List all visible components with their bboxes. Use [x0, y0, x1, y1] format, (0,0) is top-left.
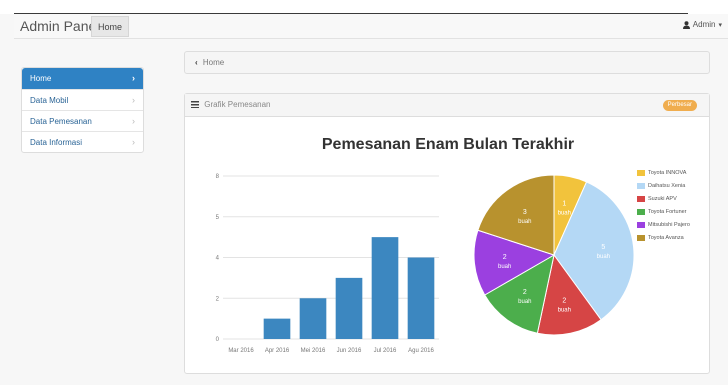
charts-canvas: 0 2 4 5 8 Mar 2016 Apr 2016 Mei 2016 Jun 2016 Jul…: [216, 174, 635, 354]
pie-slice-unit: buah: [597, 254, 610, 260]
sidebar-item-label: Home: [30, 74, 52, 83]
legend-label: Daihatsu Xenia: [648, 182, 686, 189]
bar-jul-2016: [371, 237, 399, 339]
top-strip: [0, 0, 728, 14]
y-tick-label: 2: [216, 296, 220, 302]
chevron-right-icon: ›: [132, 95, 135, 105]
sidebar-item-data-mobil[interactable]: Data Mobil ›: [22, 89, 143, 110]
y-tick-label: 4: [216, 256, 220, 262]
chart-panel: Grafik Pemesanan Perbesar Pemesanan Enam…: [184, 93, 710, 374]
user-menu[interactable]: Admin ▾: [682, 20, 722, 29]
legend-label: Mitsubishi Pajero: [648, 221, 690, 228]
brand-title[interactable]: Admin Panel: [20, 18, 99, 34]
sidebar-item-data-pemesanan[interactable]: Data Pemesanan ›: [22, 110, 143, 131]
legend-label: Toyota INNOVA: [648, 169, 687, 176]
y-tick-label: 8: [216, 174, 220, 180]
bar-apr-2016: [263, 318, 291, 339]
nav-home-link[interactable]: Home: [91, 16, 130, 37]
x-tick-label: Mar 2016: [228, 348, 254, 354]
y-tick-label: 5: [216, 215, 220, 221]
x-tick-label: Mei 2016: [301, 348, 326, 354]
x-tick-label: Jun 2016: [337, 348, 362, 354]
bar-agu-2016: [407, 257, 435, 339]
legend-swatch: [637, 208, 645, 215]
legend-item: Toyota Fortuner: [637, 205, 690, 218]
pie-slice-value: 3: [523, 209, 527, 216]
legend-swatch: [637, 195, 645, 202]
chevron-right-icon: ›: [132, 137, 135, 147]
legend-item: Mitsubishi Pajero: [637, 218, 690, 231]
chevron-left-icon[interactable]: ‹: [195, 58, 198, 67]
pie-slice-value: 2: [523, 289, 527, 296]
sidebar: Home › Data Mobil › Data Pemesanan › Dat…: [21, 67, 144, 153]
breadcrumb: ‹ Home: [184, 51, 710, 74]
pie-slice-unit: buah: [558, 308, 571, 314]
legend-item: Suzuki APV: [637, 192, 690, 205]
legend-swatch: [637, 169, 645, 176]
legend-swatch: [637, 234, 645, 241]
y-tick-label: 0: [216, 337, 220, 343]
caret-down-icon: ▾: [718, 21, 722, 29]
pie-slice-value: 1: [562, 200, 566, 207]
legend-swatch: [637, 182, 645, 189]
pie-slice-value: 2: [562, 298, 566, 305]
sidebar-item-home[interactable]: Home ›: [22, 68, 143, 89]
pie-legend: Toyota INNOVA Daihatsu Xenia Suzuki APV Toy…: [637, 166, 690, 244]
pie-slice-unit: buah: [518, 299, 531, 305]
chevron-right-icon: ›: [132, 116, 135, 126]
sidebar-item-label: Data Pemesanan: [30, 117, 92, 126]
sidebar-item-label: Data Informasi: [30, 138, 83, 147]
pie-slice-unit: buah: [518, 219, 531, 225]
legend-label: Toyota Avanza: [648, 234, 684, 241]
bar-mei-2016: [299, 298, 327, 339]
sidebar-item-data-informasi[interactable]: Data Informasi ›: [22, 131, 143, 152]
legend-label: Suzuki APV: [648, 195, 677, 202]
breadcrumb-home[interactable]: Home: [203, 58, 224, 67]
legend-swatch: [637, 221, 645, 228]
bar-jun-2016: [335, 277, 363, 339]
chevron-right-icon: ›: [132, 73, 135, 83]
user-menu-label: Admin: [692, 20, 716, 29]
legend-item: Toyota Avanza: [637, 231, 690, 244]
admin-page: Admin Panel Home Admin ▾ Home › Data Mob…: [0, 0, 728, 385]
x-tick-label: Jul 2016: [374, 348, 397, 354]
navbar: Admin Panel Home Admin ▾: [14, 14, 728, 39]
x-tick-label: Apr 2016: [265, 348, 290, 354]
legend-label: Toyota Fortuner: [648, 208, 687, 215]
sidebar-item-label: Data Mobil: [30, 96, 69, 105]
pie-slice-unit: buah: [558, 210, 571, 216]
pie-slice-unit: buah: [498, 264, 511, 270]
pie-slice-value: 2: [503, 254, 507, 261]
pie-slice-value: 5: [601, 244, 605, 251]
x-tick-label: Agu 2016: [408, 348, 434, 354]
user-icon: [682, 20, 690, 29]
legend-item: Toyota INNOVA: [637, 166, 690, 179]
legend-item: Daihatsu Xenia: [637, 179, 690, 192]
